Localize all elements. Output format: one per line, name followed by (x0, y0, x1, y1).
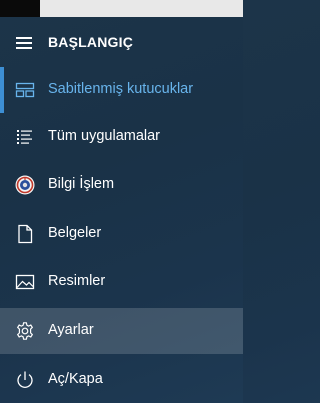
menu-item-label: Tüm uygulamalar (48, 128, 161, 144)
menu-item-label: Bilgi İşlem (48, 176, 115, 192)
pictures-icon (15, 272, 35, 292)
power-icon (15, 370, 35, 390)
top-window-strip (0, 0, 243, 17)
gear-icon (15, 321, 35, 341)
document-icon (15, 224, 35, 244)
selection-accent-bar (0, 67, 4, 113)
menu-item-label: Resimler (48, 273, 106, 289)
menu-item-settings[interactable]: Ayarlar (0, 308, 243, 354)
menu-item-label: Belgeler (48, 225, 102, 241)
menu-item-user-account[interactable]: Bilgi İşlem (0, 162, 243, 208)
menu-item-documents[interactable]: Belgeler (0, 211, 243, 257)
pinned-tiles-icon (15, 80, 35, 100)
menu-item-label: Sabitlenmiş kutucuklar (48, 81, 194, 97)
menu-item-label: Aç/Kapa (48, 371, 103, 387)
menu-item-pinned-tiles[interactable]: Sabitlenmiş kutucuklar (0, 67, 243, 113)
start-header: BAŞLANGIÇ (0, 27, 243, 59)
hamburger-menu-icon[interactable] (16, 37, 32, 49)
top-window-strip-light (40, 0, 243, 17)
start-menu-panel: BAŞLANGIÇ Sabitlenmiş kutucuklar Tüm uyg… (0, 17, 243, 403)
user-avatar-icon (15, 175, 35, 195)
menu-item-power[interactable]: Aç/Kapa (0, 357, 243, 403)
menu-item-label: Ayarlar (48, 322, 94, 338)
all-apps-list-icon (15, 127, 35, 147)
start-title: BAŞLANGIÇ (48, 34, 134, 50)
menu-item-pictures[interactable]: Resimler (0, 259, 243, 305)
menu-item-all-apps[interactable]: Tüm uygulamalar (0, 114, 243, 160)
